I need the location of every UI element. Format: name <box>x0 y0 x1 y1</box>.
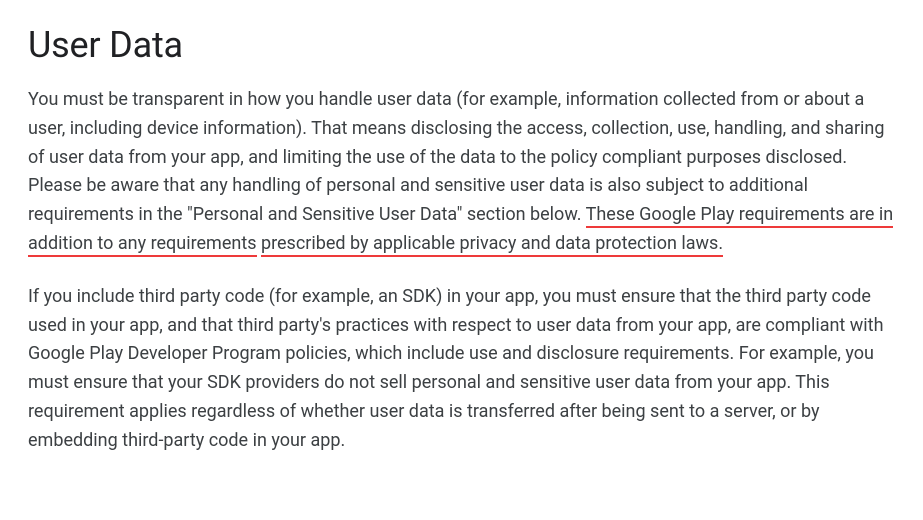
paragraph-1: You must be transparent in how you handl… <box>28 86 895 259</box>
page-heading: User Data <box>28 24 895 66</box>
paragraph-2: If you include third party code (for exa… <box>28 283 895 456</box>
paragraph-1-underlined-line2: prescribed by applicable privacy and dat… <box>261 233 723 257</box>
